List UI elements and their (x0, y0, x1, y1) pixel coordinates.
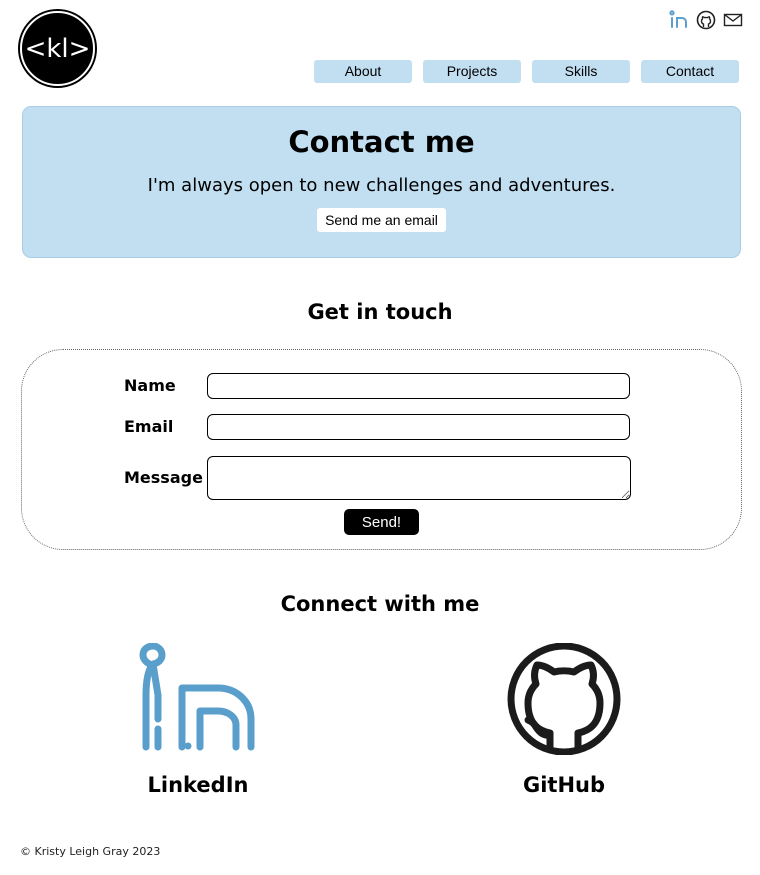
linkedin-card[interactable]: LinkedIn (138, 642, 258, 797)
page-title: Contact me (288, 125, 475, 159)
send-button[interactable]: Send! (344, 509, 419, 535)
hero-subtitle: I'm always open to new challenges and ad… (147, 175, 616, 196)
main-nav: About Projects Skills Contact (314, 60, 739, 83)
logo-text: <kl> (24, 33, 91, 64)
contact-hero: Contact me I'm always open to new challe… (22, 106, 741, 258)
linkedin-label: LinkedIn (147, 773, 249, 797)
nav-about[interactable]: About (314, 60, 412, 83)
email-input[interactable] (207, 414, 630, 440)
github-icon (507, 642, 621, 756)
send-email-button[interactable]: Send me an email (317, 208, 446, 232)
mail-icon[interactable] (723, 10, 744, 30)
nav-skills[interactable]: Skills (532, 60, 630, 83)
nav-projects[interactable]: Projects (423, 60, 521, 83)
nav-contact[interactable]: Contact (641, 60, 739, 83)
name-input[interactable] (207, 373, 630, 399)
github-icon[interactable] (696, 10, 717, 30)
linkedin-icon (139, 642, 255, 751)
email-label: Email (124, 417, 174, 436)
github-card[interactable]: GitHub (504, 642, 624, 797)
header-social-links (669, 10, 744, 30)
footer-copyright: © Kristy Leigh Gray 2023 (20, 845, 161, 858)
message-label: Message (124, 468, 203, 487)
linkedin-icon[interactable] (669, 10, 690, 30)
name-label: Name (124, 376, 176, 395)
form-section-title: Get in touch (307, 300, 453, 324)
github-label: GitHub (522, 773, 606, 797)
site-logo[interactable]: <kl> (20, 11, 95, 86)
connect-section-title: Connect with me (280, 592, 480, 616)
message-textarea[interactable] (207, 456, 631, 500)
